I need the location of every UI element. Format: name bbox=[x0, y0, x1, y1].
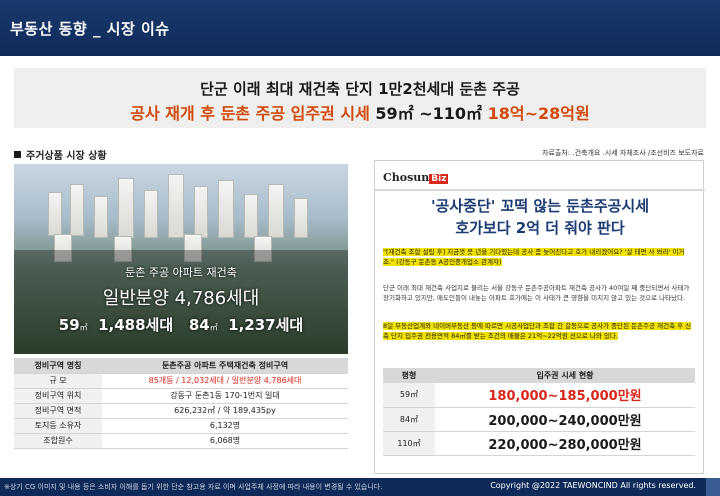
table-header-row: 평형 입주권 시세 현황 bbox=[383, 368, 695, 383]
slide: 부동산 동향 _ 시장 이슈 단군 이래 최대 재건축 단지 1만2천세대 둔촌… bbox=[0, 0, 720, 496]
footer-band: ※상기 CG 이미지 및 내용 등은 소비자 이해를 돕기 위한 단순 참고용 … bbox=[0, 478, 720, 496]
article-title-line-1: '공사중단' 꼬떡 않는 둔촌주공시세 bbox=[430, 197, 650, 215]
image-caption-sale-count: 일반분양 4,786세대 bbox=[102, 288, 260, 309]
news-article-card: Chosun Biz '공사중단' 꼬떡 않는 둔촌주공시세 호가보다 2억 더 … bbox=[374, 160, 705, 474]
square-bullet-icon bbox=[14, 151, 21, 158]
divider bbox=[375, 189, 705, 191]
page-title: 부동산 동향 _ 시장 이슈 bbox=[10, 20, 170, 38]
section-label-text: 주거상품 시장 상황 bbox=[26, 151, 107, 162]
source-note: 자료출처: .건축개요 .시세 자체조사 /조선비즈 보도자료 bbox=[542, 149, 704, 157]
article-quote: "[재건축 조합 설립 후] 지금껏 못 년을 기다렸는데 공사 좀 늦어진다고… bbox=[383, 248, 685, 266]
headline-size-range: 59㎡ ~110㎡ bbox=[375, 104, 483, 123]
footer-accent-bar bbox=[706, 478, 720, 496]
headline-line-2: 공사 재개 후 둔촌 주공 입주권 시세 59㎡ ~110㎡ 18억~28억원 bbox=[14, 100, 706, 124]
headline-price-range: 18억~28억원 bbox=[487, 104, 590, 123]
image-caption-project: 둔촌 주공 아파트 재건축 bbox=[125, 266, 237, 279]
table-row: 59㎡ 180,000~185,000만원 bbox=[383, 383, 695, 408]
footer-copyright: Copyright @2022 TAEWONCIND All rights re… bbox=[490, 481, 696, 490]
price-table: 평형 입주권 시세 현황 59㎡ 180,000~185,000만원 84㎡ 2… bbox=[383, 368, 695, 456]
headline-red-text: 공사 재개 후 둔촌 주공 입주권 시세 bbox=[130, 104, 370, 123]
image-caption-unit-breakdown: 59㎡ 1,488세대 84㎡ 1,237세대 bbox=[58, 316, 304, 334]
project-overview-table: 정비구역 명칭 둔촌주공 아파트 주택재건축 정비구역 규 모 85개동 / 1… bbox=[14, 358, 348, 449]
aerial-complex-image: 둔촌 주공 아파트 재건축 일반분양 4,786세대 59㎡ 1,488세대 8… bbox=[14, 164, 348, 354]
table-row: 조합원수 6,068명 bbox=[14, 433, 348, 449]
article-body-paragraph-2: 8일 부동산업계와 네이버부동산 등에 따르면 시공사업단과 조합 간 갈등으로… bbox=[383, 322, 692, 340]
table-row: 정비구역 위치 강동구 둔촌1동 170-1번지 일대 bbox=[14, 388, 348, 404]
header-band: 부동산 동향 _ 시장 이슈 bbox=[0, 0, 720, 56]
table-header-row: 정비구역 명칭 둔촌주공 아파트 주택재건축 정비구역 bbox=[14, 358, 348, 374]
table-row: 토지등 소유자 6,132명 bbox=[14, 418, 348, 434]
article-body-paragraph-1: 단군 이래 최대 재건축 사업지로 불리는 서울 강동구 둔촌주공아파트 재건축… bbox=[383, 284, 690, 302]
article-title-line-2: 호가보다 2억 더 줘야 판다 bbox=[455, 219, 625, 237]
table-row: 규 모 85개동 / 12,032세대 / 일반분양 4,786세대 bbox=[14, 373, 348, 389]
chosunbiz-logo: Chosun Biz bbox=[383, 171, 449, 184]
section-label: 주거상품 시장 상황 bbox=[14, 147, 107, 162]
table-row: 110㎡ 220,000~280,000만원 bbox=[383, 431, 695, 456]
table-row: 84㎡ 200,000~240,000만원 bbox=[383, 407, 695, 432]
footer-disclaimer: ※상기 CG 이미지 및 내용 등은 소비자 이해를 돕기 위한 단순 참고용 … bbox=[4, 483, 383, 491]
table-row: 정비구역 면적 626,232㎡ / 약 189,435py bbox=[14, 403, 348, 419]
headline-line-1: 단군 이래 최대 재건축 단지 1만2천세대 둔촌 주공 bbox=[200, 80, 520, 98]
headline-box: 단군 이래 최대 재건축 단지 1만2천세대 둔촌 주공 공사 재개 후 둔촌 … bbox=[14, 68, 706, 128]
